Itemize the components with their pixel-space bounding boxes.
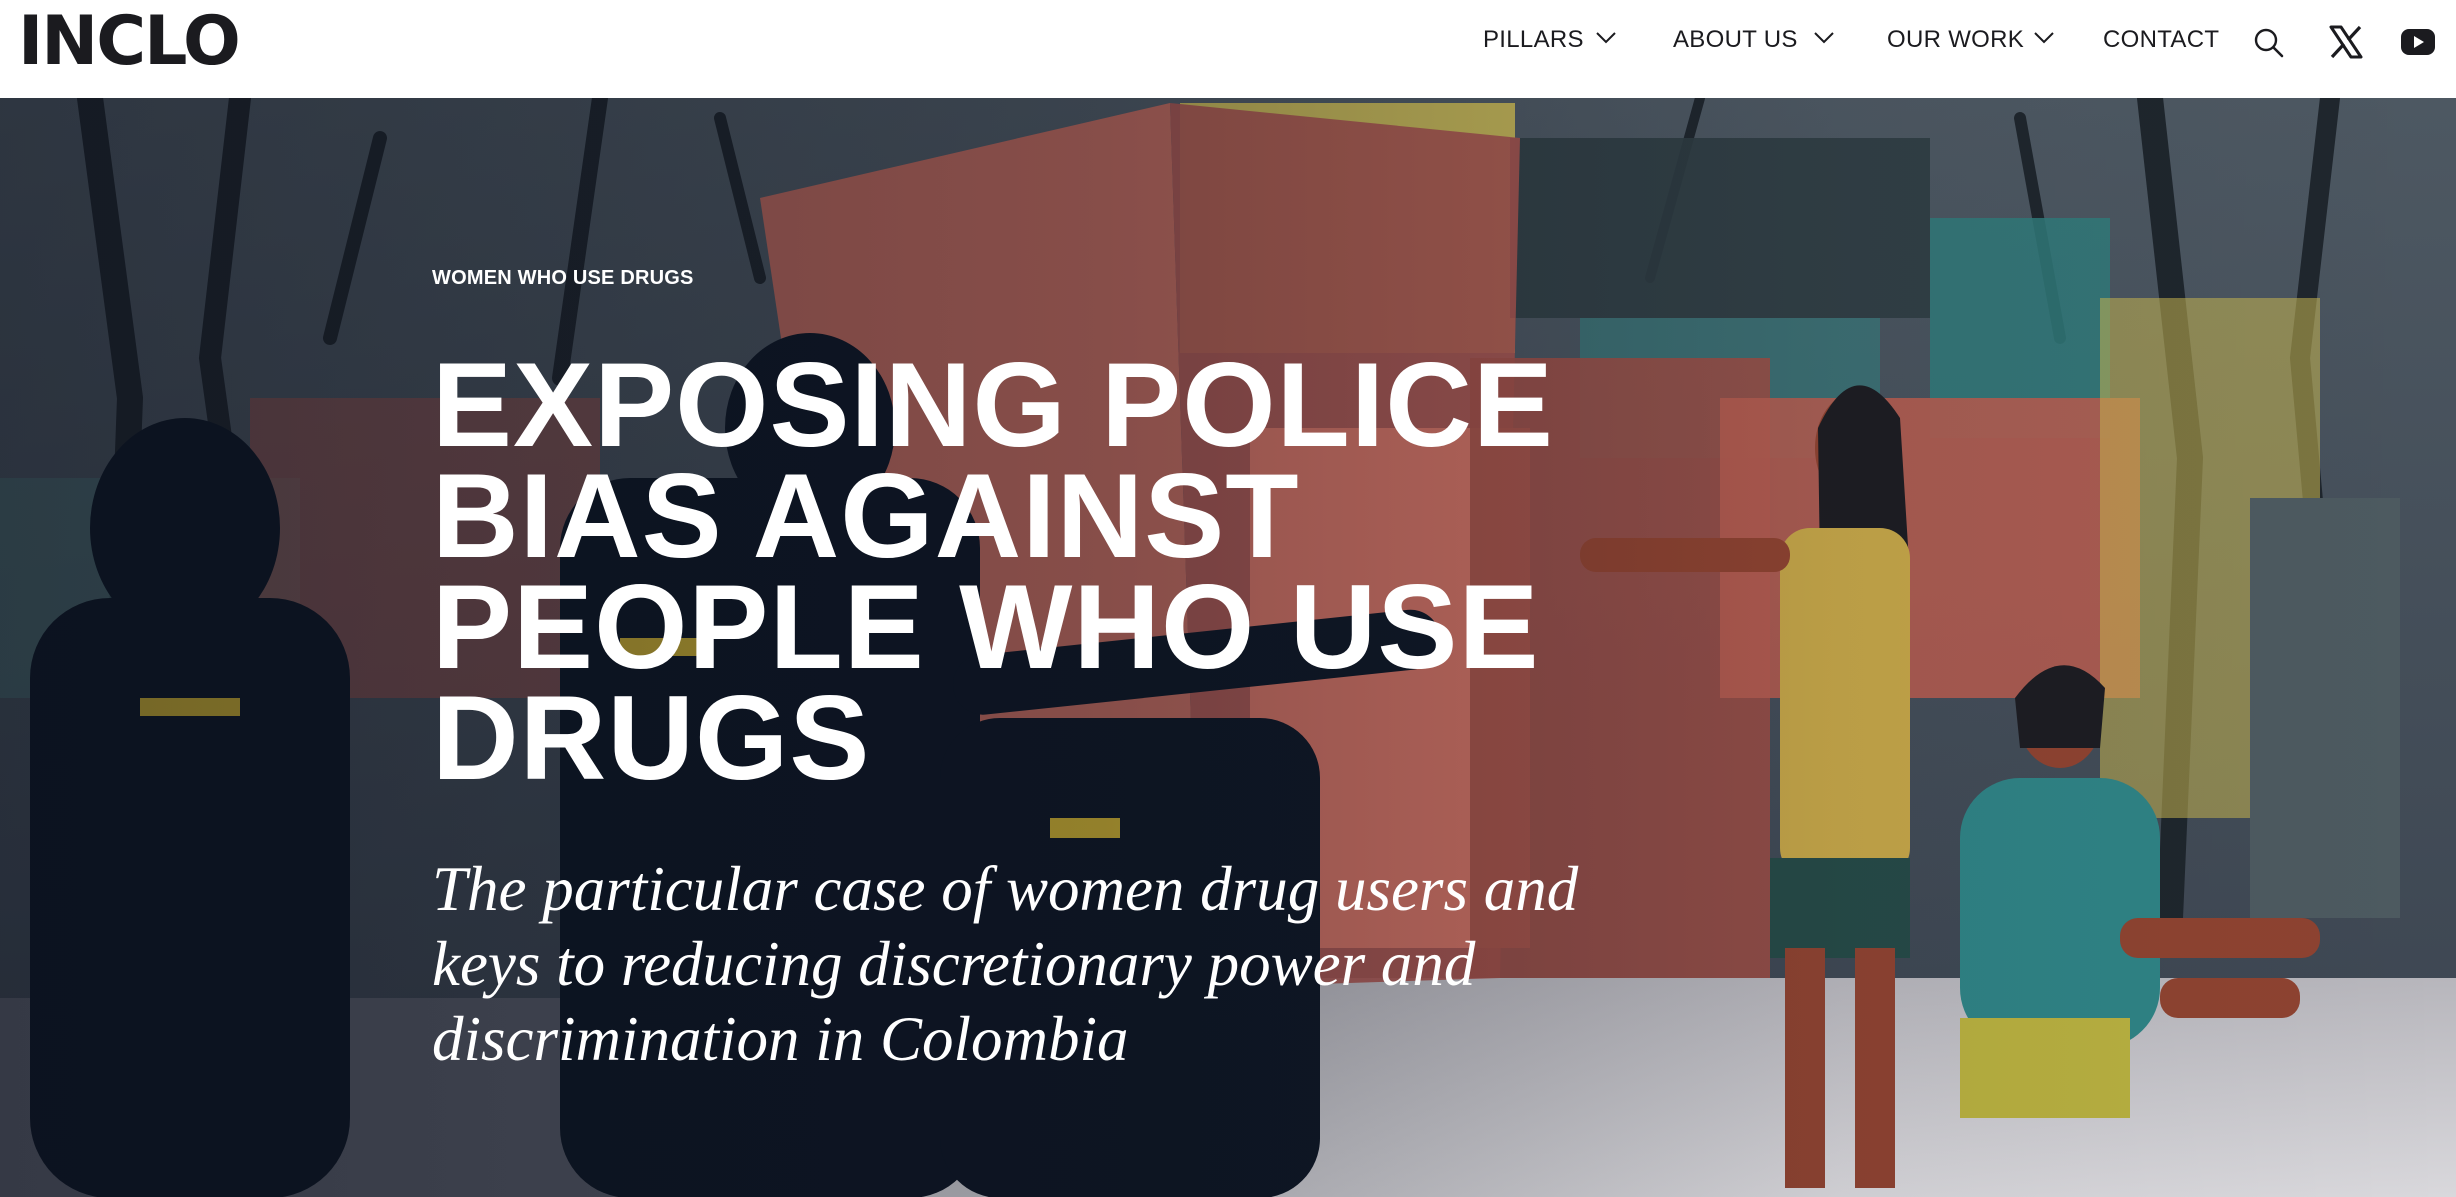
nav-item-label: CONTACT [2103, 26, 2220, 53]
chevron-down-icon [2034, 32, 2054, 44]
x-twitter-icon[interactable] [2329, 25, 2363, 59]
nav-item-our-work[interactable]: OUR WORK [1887, 22, 2054, 58]
category-label[interactable]: WOMEN WHO USE DRUGS [432, 264, 694, 292]
nav-item-label: OUR WORK [1887, 26, 2025, 53]
youtube-icon[interactable] [2400, 27, 2436, 57]
nav-item-about-us[interactable]: ABOUT US [1673, 22, 1834, 58]
chevron-down-icon [1596, 32, 1616, 44]
nav-item-pillars[interactable]: PILLARS [1483, 22, 1616, 58]
site-logo[interactable]: INCLO [18, 3, 241, 81]
nav-item-contact[interactable]: CONTACT [2103, 22, 2219, 58]
nav-item-label: ABOUT US [1673, 26, 1798, 53]
hero-section: WOMEN WHO USE DRUGS EXPOSING POLICE BIAS… [0, 98, 2456, 1197]
site-header: INCLO PILLARS ABOUT US OUR WORK CONTACT [0, 0, 2456, 98]
search-icon[interactable] [2253, 27, 2285, 59]
nav-item-label: PILLARS [1483, 26, 1584, 53]
page-subtitle: The particular case of women drug users … [432, 854, 1579, 1074]
page-title: EXPOSING POLICE BIAS AGAINST PEOPLE WHO … [432, 338, 1554, 805]
chevron-down-icon [1814, 32, 1834, 44]
